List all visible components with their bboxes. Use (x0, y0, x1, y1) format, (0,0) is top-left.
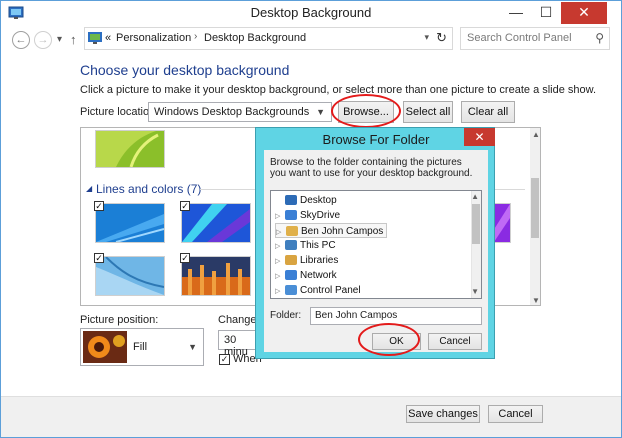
close-button[interactable]: ✕ (561, 2, 607, 24)
back-arrow-icon[interactable]: ← (12, 31, 30, 49)
tree-item-label: Ben John Campos (301, 226, 384, 237)
wallpaper-blue-lines-image (96, 204, 165, 243)
save-changes-button[interactable]: Save changes (406, 405, 480, 423)
tree-item-label: Libraries (300, 255, 339, 266)
breadcrumb-desktop-background[interactable]: Desktop Background (204, 32, 306, 44)
address-overflow-icon[interactable]: « (105, 32, 111, 44)
when-checkbox[interactable]: ✓ (219, 354, 230, 365)
library-icon (285, 255, 297, 266)
wallpaper-checkbox[interactable]: ✓ (180, 201, 190, 211)
picture-location-select[interactable]: Windows Desktop Backgrounds ▼ (148, 102, 332, 122)
fill-position-preview-icon (83, 331, 127, 363)
picture-position-label: Picture position: (80, 314, 159, 326)
wallpaper-checkbox[interactable]: ✓ (94, 253, 104, 263)
search-placeholder: Search Control Panel (467, 32, 572, 44)
title-bar: Desktop Background — ☐ ✕ (1, 1, 621, 25)
change-interval-select[interactable]: 30 minu (218, 330, 258, 358)
expand-arrow-icon[interactable]: ▷ (275, 239, 285, 254)
chevron-down-icon: ▼ (188, 342, 197, 352)
group-lines-and-colors[interactable]: Lines and colors (7) (96, 182, 201, 196)
select-all-button[interactable]: Select all (403, 101, 453, 123)
tree-item-label: Desktop (300, 195, 337, 206)
tree-item-control-panel[interactable]: ▷ Control Panel (275, 283, 387, 298)
tree-item-libraries[interactable]: ▷ Libraries (275, 253, 387, 268)
wallpaper-orange-bars-image (182, 257, 250, 295)
forward-arrow-icon[interactable]: → (34, 31, 52, 49)
control-panel-icon (88, 32, 102, 44)
search-control-panel-input[interactable]: Search Control Panel ⚲ (460, 27, 610, 50)
tree-item-label: Network (300, 270, 337, 281)
wallpaper-thumbnail-orange-bars[interactable] (181, 256, 251, 296)
tree-item-label: Control Panel (300, 285, 361, 296)
control-panel-icon (285, 285, 297, 296)
collapse-group-icon[interactable]: ◢ (86, 184, 92, 193)
breadcrumb-separator-icon[interactable]: › (194, 31, 197, 42)
minimize-button[interactable]: — (501, 2, 531, 24)
wallpaper-thumbnail-green[interactable] (95, 130, 165, 168)
picture-location-label: Picture location: (80, 106, 159, 118)
tree-item-this-pc[interactable]: ▷ This PC (275, 238, 387, 253)
chevron-down-icon: ▼ (316, 107, 325, 117)
breadcrumb-personalization[interactable]: Personalization (116, 32, 191, 44)
desktop-icon (285, 195, 297, 206)
expand-arrow-icon[interactable]: ▷ (275, 254, 285, 269)
gallery-scrollbar-thumb[interactable] (531, 178, 539, 238)
refresh-icon[interactable]: ↻ (436, 30, 447, 46)
wallpaper-green-image (96, 131, 164, 168)
scroll-down-icon[interactable]: ▼ (532, 296, 540, 305)
up-arrow-icon[interactable]: ↑ (70, 31, 77, 49)
address-bar[interactable]: « Personalization › Desktop Background ▾… (84, 27, 453, 50)
scroll-up-icon[interactable]: ▲ (532, 130, 540, 139)
recent-locations-dropdown-icon[interactable]: ▾ (57, 31, 62, 49)
dialog-cancel-button[interactable]: Cancel (428, 333, 482, 350)
address-history-dropdown-icon[interactable]: ▾ (424, 32, 429, 43)
tree-item-label: This PC (300, 240, 336, 251)
maximize-button[interactable]: ☐ (531, 2, 561, 24)
wallpaper-thumbnail-blue-burst[interactable] (181, 203, 251, 243)
tree-item-desktop[interactable]: Desktop (275, 193, 387, 208)
picture-position-value: Fill (133, 341, 148, 353)
wallpaper-thumbnail-light-blue[interactable] (95, 256, 165, 296)
page-description: Click a picture to make it your desktop … (80, 84, 597, 96)
tree-item-ben-john-campos[interactable]: ▷ Ben John Campos (275, 223, 388, 238)
user-folder-icon (286, 226, 298, 237)
folder-label: Folder: (270, 310, 302, 321)
clear-all-button[interactable]: Clear all (461, 101, 515, 123)
wallpaper-checkbox[interactable]: ✓ (180, 253, 190, 263)
folder-tree-list: Desktop ▷ SkyDrive ▷ Ben John Campos ▷ This PC… (275, 193, 388, 298)
scroll-up-icon[interactable]: ▲ (471, 192, 479, 201)
wallpaper-blue-burst-image (182, 204, 250, 242)
page-title: Choose your desktop background (80, 62, 290, 78)
wallpaper-light-blue-image (96, 256, 165, 295)
scroll-down-icon[interactable]: ▼ (471, 287, 479, 296)
picture-location-value: Windows Desktop Backgrounds (154, 106, 310, 118)
expand-arrow-icon[interactable]: ▷ (275, 209, 285, 224)
folder-tree-scrollbar-thumb[interactable] (472, 204, 480, 244)
dialog-title: Browse For Folder (322, 132, 430, 147)
tree-item-label: SkyDrive (300, 210, 341, 221)
network-icon (285, 270, 297, 281)
expand-arrow-icon[interactable]: ▷ (275, 284, 285, 299)
picture-position-select[interactable]: Fill ▼ (80, 328, 204, 366)
folder-tree: Desktop ▷ SkyDrive ▷ Ben John Campos ▷ This PC… (270, 190, 482, 299)
tree-item-network[interactable]: ▷ Network (275, 268, 387, 283)
wallpaper-thumbnail-blue-lines[interactable] (95, 203, 165, 243)
cancel-button[interactable]: Cancel (488, 405, 543, 423)
browse-highlight-ring (331, 94, 401, 128)
skydrive-icon (285, 210, 297, 221)
expand-arrow-icon[interactable]: ▷ (275, 269, 285, 284)
search-icon[interactable]: ⚲ (595, 31, 604, 45)
dialog-description: Browse to the folder containing the pict… (270, 157, 473, 179)
computer-icon (285, 240, 297, 251)
wallpaper-checkbox[interactable]: ✓ (94, 201, 104, 211)
ok-highlight-ring (358, 323, 420, 356)
dialog-body: Browse to the folder containing the pict… (264, 150, 488, 352)
folder-input[interactable]: Ben John Campos (310, 307, 482, 325)
tree-item-skydrive[interactable]: ▷ SkyDrive (275, 208, 387, 223)
dialog-close-button[interactable]: ✕ (464, 128, 495, 146)
